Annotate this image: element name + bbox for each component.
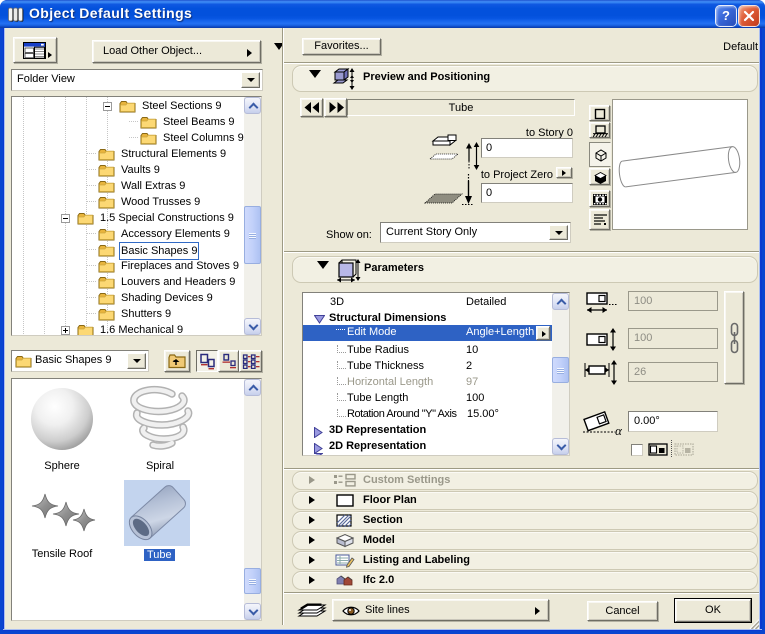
svg-text:α: α	[615, 423, 623, 435]
